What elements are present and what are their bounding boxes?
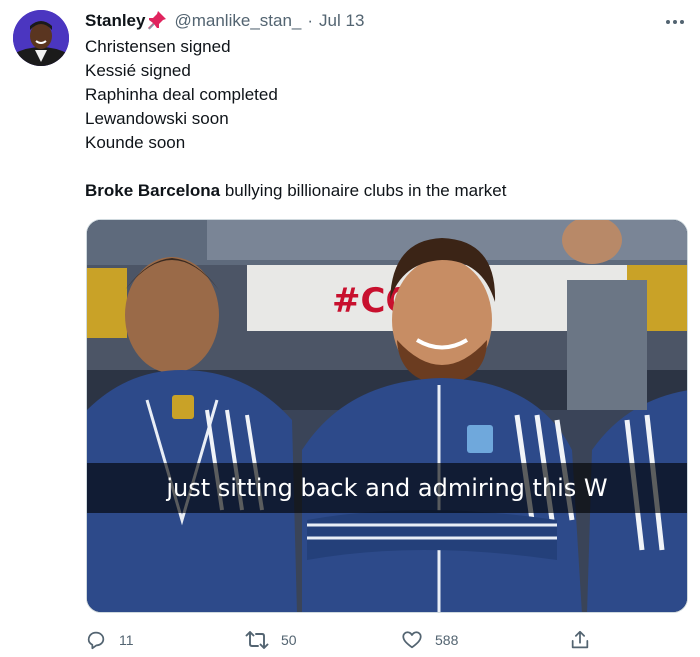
- user-handle[interactable]: @manlike_stan_: [174, 11, 301, 31]
- photo-caption: just sitting back and admiring this W: [166, 474, 608, 502]
- tweet-bold-text: Broke Barcelona: [85, 181, 221, 200]
- more-options-icon[interactable]: [664, 14, 686, 24]
- photo-illustration: #CO 00: [87, 220, 687, 612]
- retweet-count: 50: [281, 632, 297, 648]
- tweet-closing-text: bullying billionaire clubs in the market: [220, 181, 507, 200]
- tweet-line: Kounde soon: [85, 133, 186, 152]
- pushpin-emoji-icon: [146, 10, 168, 32]
- tweet-actions: 11 50 588: [85, 627, 605, 655]
- separator-dot: ·: [307, 11, 314, 30]
- retweet-button[interactable]: 50: [245, 627, 297, 653]
- tweet-date[interactable]: Jul 13: [319, 11, 364, 31]
- like-button[interactable]: 588: [401, 627, 458, 653]
- avatar[interactable]: [13, 10, 69, 66]
- reply-button[interactable]: 11: [85, 627, 134, 653]
- photo-caption-bar: just sitting back and admiring this W: [87, 463, 687, 513]
- share-icon: [571, 630, 589, 649]
- retweet-icon: [245, 631, 269, 649]
- tweet-closing-line: Broke Barcelona bullying billionaire clu…: [85, 179, 685, 203]
- tweet-media-photo[interactable]: #CO 00: [86, 219, 688, 613]
- tweet-line: Christensen signed: [85, 37, 231, 56]
- reply-icon: [87, 631, 105, 650]
- tweet-line: Lewandowski soon: [85, 109, 229, 128]
- avatar-image: [13, 10, 69, 66]
- tweet-line: Raphinha deal completed: [85, 85, 278, 104]
- tweet-text: Christensen signed Kessié signed Raphinh…: [85, 35, 685, 203]
- display-name[interactable]: Stanley: [85, 11, 145, 31]
- tweet-header: Stanley @manlike_stan_ · Jul 13: [85, 9, 364, 33]
- tweet-card[interactable]: Stanley @manlike_stan_ · Jul 13 Christen…: [0, 0, 700, 657]
- tweet-line: Kessié signed: [85, 61, 191, 80]
- heart-icon: [402, 631, 422, 649]
- share-button[interactable]: [569, 627, 603, 653]
- like-count: 588: [435, 632, 459, 648]
- reply-count: 11: [119, 632, 134, 648]
